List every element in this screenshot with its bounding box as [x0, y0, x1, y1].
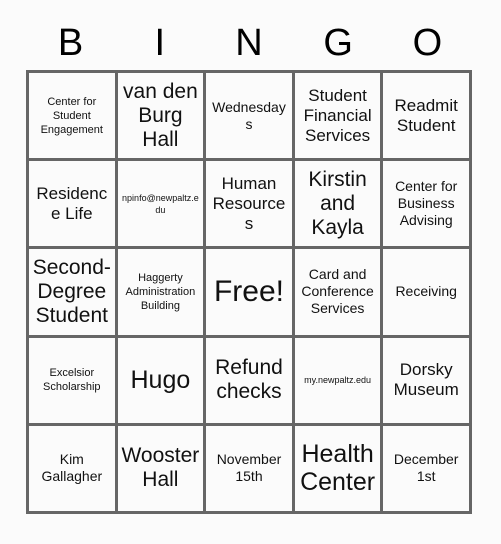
bingo-cell-label: Center for Business Advising [395, 178, 458, 229]
bingo-cell-label: my.newpaltz.edu [304, 375, 372, 386]
bingo-cell-label: Haggerty Administration Building [125, 271, 196, 312]
bingo-header-letter-i: I [154, 22, 166, 64]
bingo-cell[interactable]: Second-Degree Student [29, 249, 118, 338]
bingo-cell-label: Kim Gallagher [41, 451, 103, 485]
bingo-cell[interactable]: Card and Conference Services [294, 249, 384, 338]
bingo-header-letter-b: B [57, 22, 84, 64]
bingo-cell[interactable]: Wooster Hall [117, 425, 207, 514]
bingo-cell-label: van den Burg Hall [123, 79, 198, 151]
bingo-cell-label: Hugo [130, 366, 191, 395]
bingo-cell-label: Second-Degree Student [32, 255, 111, 327]
bingo-cell[interactable]: Student Financial Services [294, 73, 384, 162]
bingo-cell-label: Kirstin and Kayla [308, 167, 367, 239]
bingo-card: B I N G O Center for Student Engagement v… [0, 0, 501, 544]
bingo-cell-label: Free! [213, 274, 284, 308]
bingo-cell[interactable]: Receiving [383, 249, 472, 338]
bingo-cell[interactable]: December 1st [383, 425, 472, 514]
bingo-cell-label: Receiving [395, 283, 457, 300]
bingo-grid: Center for Student Engagement van den Bur… [26, 70, 472, 514]
bingo-cell[interactable]: November 15th [206, 425, 295, 514]
bingo-cell[interactable]: npinfo@newpaltz.edu [117, 161, 207, 250]
bingo-cell[interactable]: Human Resources [206, 161, 295, 250]
bingo-cell-label: Residence Life [36, 183, 108, 223]
bingo-cell-label: npinfo@newpaltz.edu [122, 192, 199, 215]
bingo-cell[interactable]: Hugo [117, 337, 207, 426]
bingo-cell-label: Dorsky Museum [393, 360, 459, 400]
bingo-cell[interactable]: Center for Business Advising [383, 161, 472, 250]
bingo-cell-label: December 1st [393, 451, 459, 485]
bingo-cell[interactable]: Wednesdays [206, 73, 295, 162]
bingo-cell[interactable]: Kirstin and Kayla [294, 161, 384, 250]
bingo-cell-label: Readmit Student [394, 95, 458, 135]
bingo-cell[interactable]: Excelsior Scholarship [29, 337, 118, 426]
bingo-cell-label: Student Financial Services [303, 85, 372, 145]
bingo-cell-label: Health Center [300, 440, 376, 497]
bingo-cell[interactable]: Dorsky Museum [383, 337, 472, 426]
bingo-header: B I N G O [26, 18, 472, 68]
bingo-cell[interactable]: Residence Life [29, 161, 118, 250]
bingo-cell[interactable]: Readmit Student [383, 73, 472, 162]
bingo-cell-label: Human Resources [212, 173, 286, 233]
bingo-cell-label: Refund checks [215, 356, 283, 404]
bingo-header-letter-n: N [235, 22, 263, 64]
bingo-cell-label: Card and Conference Services [301, 266, 374, 317]
bingo-cell-label: Excelsior Scholarship [43, 367, 101, 394]
bingo-cell-label: November 15th [216, 451, 282, 485]
bingo-header-letter-g: G [323, 22, 353, 64]
bingo-cell[interactable]: van den Burg Hall [117, 73, 207, 162]
bingo-cell[interactable]: Kim Gallagher [29, 425, 118, 514]
bingo-header-letter-o: O [412, 22, 443, 64]
bingo-cell[interactable]: Haggerty Administration Building [117, 249, 207, 338]
bingo-cell[interactable]: Center for Student Engagement [29, 73, 118, 162]
bingo-cell[interactable]: Refund checks [206, 337, 295, 426]
bingo-cell-label: Wednesdays [212, 98, 286, 132]
bingo-cell[interactable]: Health Center [294, 425, 384, 514]
bingo-cell[interactable]: Free! [206, 249, 295, 338]
bingo-cell-label: Wooster Hall [121, 444, 200, 492]
bingo-cell[interactable]: my.newpaltz.edu [294, 337, 384, 426]
bingo-cell-label: Center for Student Engagement [40, 95, 103, 136]
